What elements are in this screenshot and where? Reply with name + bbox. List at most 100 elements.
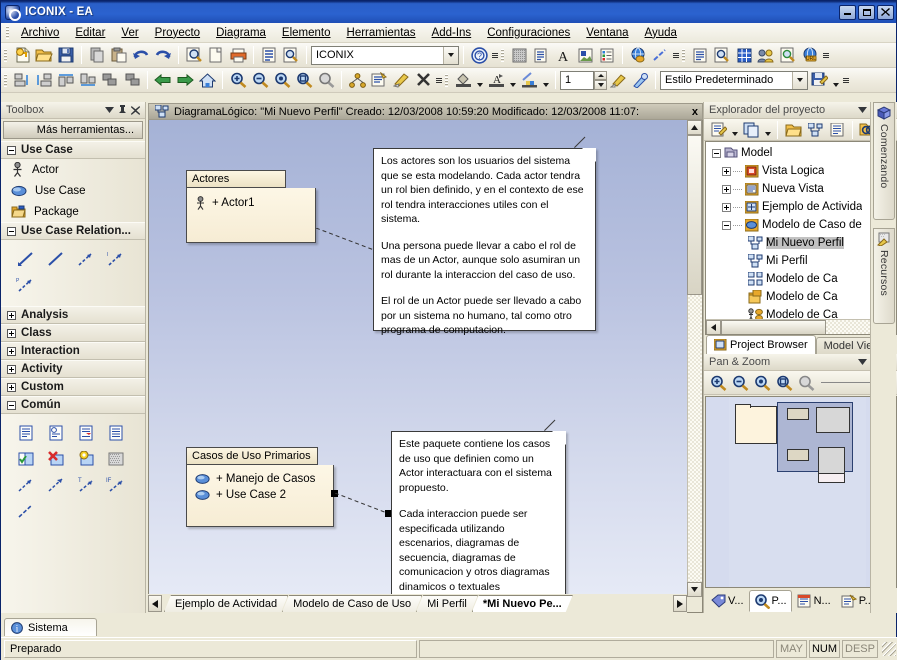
new-file-icon[interactable] (11, 45, 33, 66)
paint-icon[interactable] (390, 70, 412, 91)
search-icon[interactable] (711, 45, 733, 66)
zoom-fit-icon[interactable] (751, 372, 773, 393)
project-tree[interactable]: Model Vista Logica Nueva Vista Ejemplo d… (705, 141, 897, 335)
tree-scroll-left[interactable] (706, 320, 721, 334)
grid-icon[interactable] (733, 45, 755, 66)
fill-color-dropdown[interactable] (474, 70, 485, 91)
web-icon[interactable] (627, 45, 649, 66)
new-element-icon[interactable] (71, 446, 101, 472)
chevron-down-icon[interactable] (443, 46, 458, 64)
toolbox-group-use-case-relations[interactable]: Use Case Relation... (1, 222, 145, 240)
menu-herramientas[interactable]: Herramientas (339, 25, 424, 41)
expand-icon[interactable] (722, 184, 731, 194)
dependency-link-icon[interactable] (41, 472, 71, 498)
scroll-thumb[interactable] (687, 135, 702, 295)
hatch-element-icon[interactable] (101, 446, 131, 472)
tab-project-browser[interactable]: Project Browser (706, 335, 816, 354)
panzoom-preview[interactable] (705, 396, 897, 588)
scroll-down-button[interactable] (687, 582, 702, 597)
association-relation-icon[interactable] (41, 246, 71, 272)
note-casos[interactable]: Este paquete contiene los casos de uso q… (391, 431, 566, 596)
package-casos-uso-primarios[interactable]: Casos de Uso Primarios + Manejo de Casos… (186, 447, 334, 527)
align-left-icon[interactable] (11, 70, 33, 91)
doctab-modelo-caso-de-uso[interactable]: Modelo de Caso de Uso (282, 595, 422, 612)
tree-node-ejemplo-actividad[interactable]: Ejemplo de Activida (708, 198, 879, 216)
eyedropper-icon[interactable] (629, 70, 651, 91)
line-width-input[interactable]: 1 (560, 70, 594, 90)
realize-relation-icon[interactable]: P (11, 272, 41, 298)
diagram-close-button[interactable]: x (692, 106, 698, 118)
align-right-icon[interactable] (33, 70, 55, 91)
resize-grip[interactable] (882, 642, 896, 656)
forward-icon[interactable] (174, 70, 196, 91)
menu-ventana[interactable]: Ventana (578, 25, 636, 41)
document-element-icon[interactable] (101, 420, 131, 446)
open-folder-icon[interactable] (33, 45, 55, 66)
list-icon[interactable] (596, 45, 618, 66)
duplicate-dropdown[interactable] (762, 119, 773, 140)
new-diagram-icon[interactable] (707, 119, 729, 140)
image-icon[interactable] (574, 45, 596, 66)
tab-v[interactable]: V... (706, 590, 749, 612)
tree-node-modelo-ca-2[interactable]: Modelo de Ca (708, 288, 879, 306)
more-tools-button[interactable]: Más herramientas... (3, 121, 143, 139)
new-package-icon[interactable] (782, 119, 804, 140)
menu-configuraciones[interactable]: Configuraciones (479, 25, 578, 41)
plain-link-icon[interactable] (11, 498, 41, 524)
toolbar-overflow-4[interactable] (434, 70, 444, 91)
note-element-icon[interactable] (11, 420, 41, 446)
collapse-icon[interactable] (722, 220, 731, 230)
document-icon[interactable] (530, 45, 552, 66)
menu-ayuda[interactable]: Ayuda (637, 25, 685, 41)
toolbox-group-activity[interactable]: Activity (1, 360, 145, 378)
doctab-prev-button[interactable] (148, 595, 162, 612)
paste-icon[interactable] (108, 45, 130, 66)
inspect-icon[interactable] (777, 45, 799, 66)
hierarchy-icon[interactable] (346, 70, 368, 91)
collapse-icon[interactable] (712, 148, 721, 158)
toolbar-grip-1c[interactable] (682, 48, 685, 62)
toolbox-item-package[interactable]: Package (1, 201, 145, 222)
text-color-dropdown[interactable] (507, 70, 518, 91)
package-actores[interactable]: Actores + Actor1 (186, 170, 316, 243)
toolbox-item-use-case[interactable]: Use Case (1, 180, 145, 201)
menu-addins[interactable]: Add-Ins (424, 25, 480, 41)
line-color-icon[interactable] (518, 70, 540, 91)
back-icon[interactable] (152, 70, 174, 91)
toolbox-group-comun[interactable]: Común (1, 396, 145, 414)
zoom-region-icon[interactable] (293, 70, 315, 91)
menu-editar[interactable]: Editar (67, 25, 113, 41)
constraint-element-icon[interactable] (41, 420, 71, 446)
tree-node-mi-nuevo-perfil[interactable]: Mi Nuevo Perfil (708, 234, 879, 252)
notes-icon[interactable] (689, 45, 711, 66)
menu-grip[interactable] (6, 26, 9, 39)
tree-node-model[interactable]: Model (708, 144, 879, 162)
tree-node-modelo-caso-de-uso[interactable]: Modelo de Caso de (708, 216, 879, 234)
documentation-icon[interactable] (826, 119, 848, 140)
delete-icon[interactable] (412, 70, 434, 91)
toolbox-group-analysis[interactable]: Analysis (1, 306, 145, 324)
toolbar-grip-1[interactable] (4, 48, 7, 62)
tree-horizontal-scrollbar[interactable] (706, 319, 896, 334)
tree-node-vista-logica[interactable]: Vista Logica (708, 162, 879, 180)
tab-p-panzoom[interactable]: P... (748, 590, 792, 612)
spell-check-icon[interactable] (258, 45, 280, 66)
zoom-in-icon[interactable] (227, 70, 249, 91)
url-icon[interactable]: URL (799, 45, 821, 66)
align-bottom-icon[interactable] (77, 70, 99, 91)
vertical-tab-recursos[interactable]: Recursos (873, 228, 895, 324)
toolbox-group-use-case[interactable]: Use Case (1, 141, 145, 159)
new-diagram-dropdown[interactable] (729, 119, 740, 140)
toolbox-item-actor[interactable]: Actor (1, 159, 145, 180)
doctab-next-button[interactable] (673, 595, 687, 612)
package-member[interactable]: + Actor1 (187, 194, 315, 212)
menu-proyecto[interactable]: Proyecto (147, 25, 208, 41)
package-member[interactable]: + Use Case 2 (187, 487, 333, 503)
toolbar-overflow-1[interactable] (490, 45, 500, 66)
diagram-canvas[interactable]: Actores + Actor1 Los actores son los usu… (149, 120, 687, 597)
duplicate-icon[interactable] (740, 119, 762, 140)
font-icon[interactable]: A (552, 45, 574, 66)
boundary-element-icon[interactable] (11, 446, 41, 472)
pin-icon[interactable] (116, 104, 129, 117)
expand-icon[interactable] (722, 202, 731, 212)
